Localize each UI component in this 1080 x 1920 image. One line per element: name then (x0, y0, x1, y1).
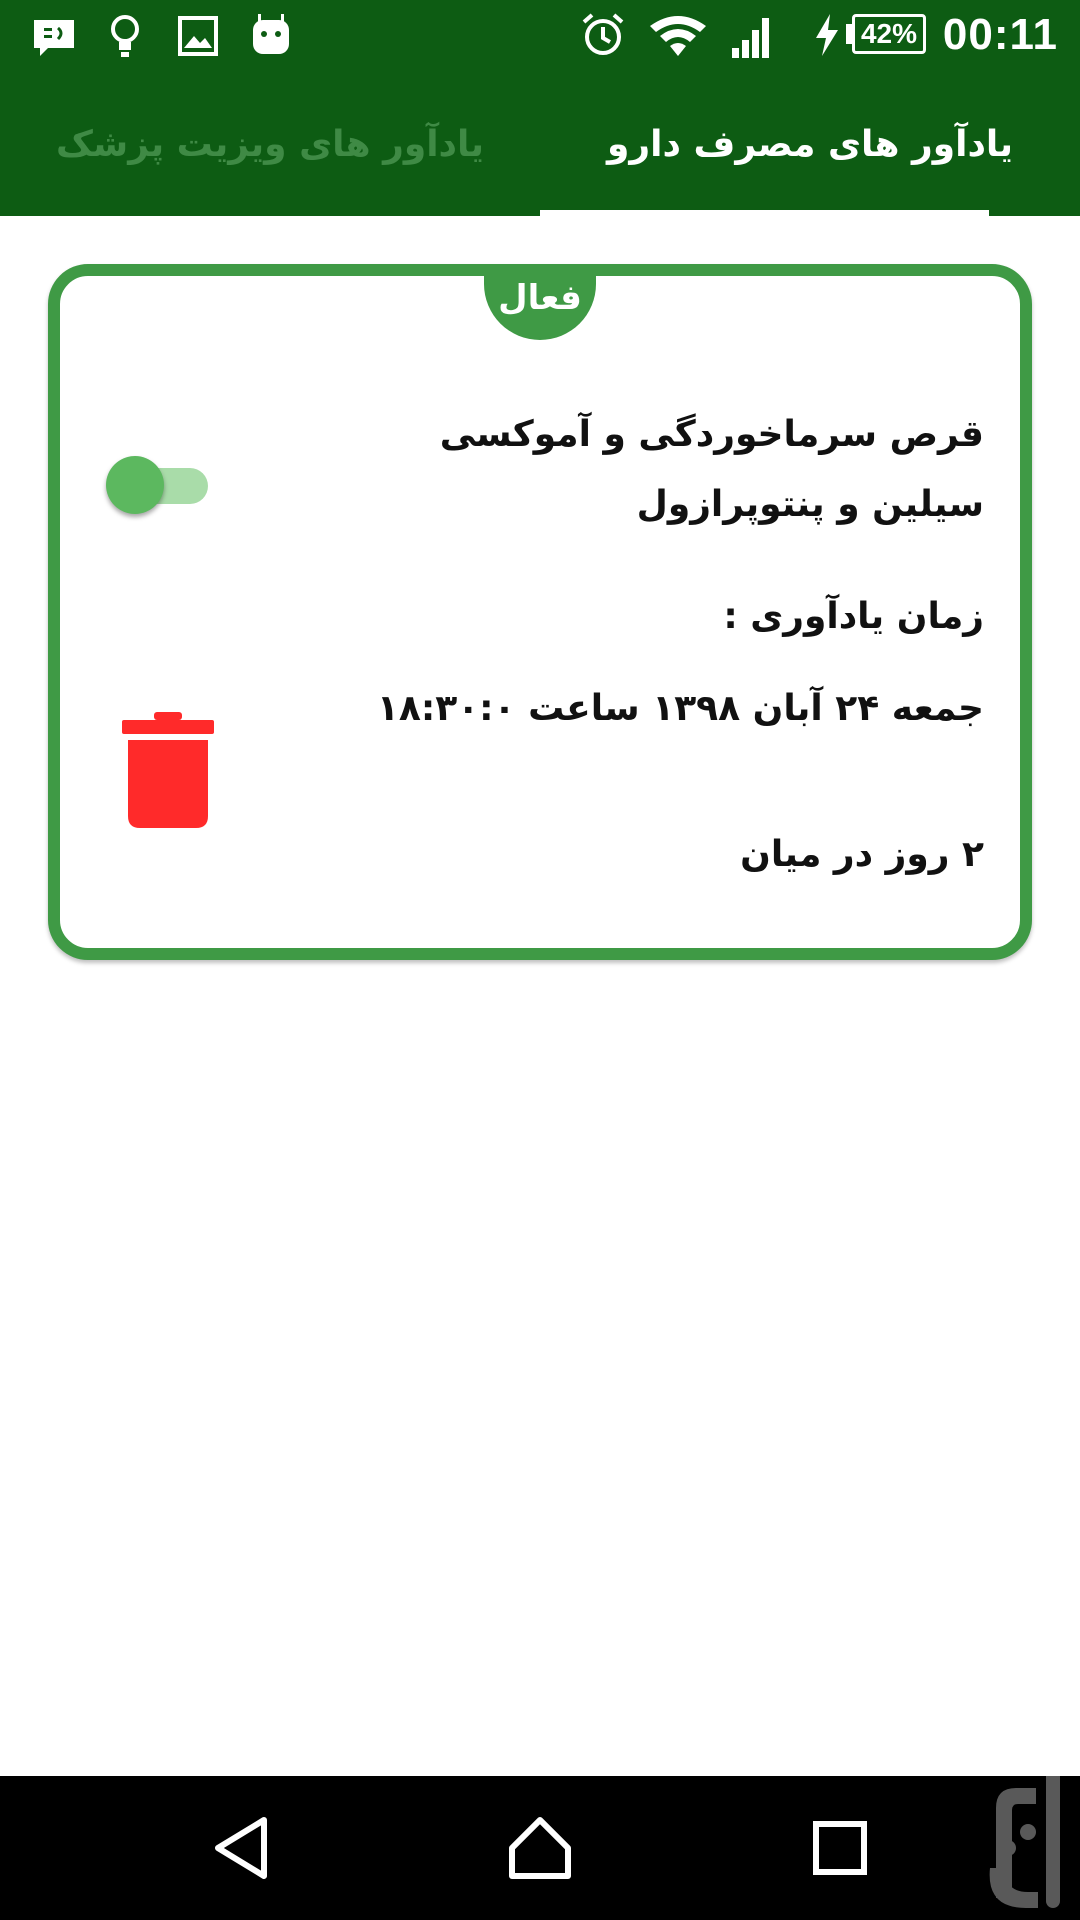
active-toggle[interactable] (106, 452, 208, 516)
wifi-icon (650, 16, 706, 56)
medicine-name: قرص سرماخوردگی و آموکسی سیلین و پنتوپراز… (439, 414, 984, 525)
tab-doctor-visit-reminders[interactable]: یادآور های ویزیت پزشک (0, 72, 540, 216)
recents-icon[interactable] (812, 1820, 868, 1876)
reminder-time-value: جمعه ۲۴ آبان ۱۳۹۸ ساعت ۱۸:۳۰:۰ (376, 688, 984, 729)
store-logo-watermark (989, 1758, 1060, 1908)
tab-bar: یادآور های ویزیت پزشک یادآور های مصرف دا… (0, 72, 1080, 217)
reminder-time-label: زمان یادآوری : (723, 596, 984, 637)
back-icon[interactable] (210, 1814, 274, 1882)
system-nav-bar (0, 1776, 1080, 1920)
battery-icon: 42% (852, 14, 926, 54)
charging-icon (816, 14, 838, 56)
android-icon (253, 14, 289, 54)
status-bar: 42% 00:11 (0, 0, 1080, 72)
tab-medication-reminders[interactable]: یادآور های مصرف دارو (540, 72, 1080, 216)
trash-icon (122, 712, 214, 828)
delete-button[interactable] (122, 712, 214, 828)
reminder-interval: ۲ روز در میان (740, 834, 984, 875)
home-icon[interactable] (506, 1814, 574, 1882)
signal-icon (732, 18, 769, 58)
lightbulb-icon (111, 15, 139, 57)
image-icon (178, 16, 218, 56)
status-time: 00:11 (942, 10, 1058, 59)
message-icon (34, 20, 74, 56)
toggle-thumb (106, 456, 164, 514)
active-tab-indicator (540, 210, 989, 217)
alarm-icon (582, 13, 624, 55)
